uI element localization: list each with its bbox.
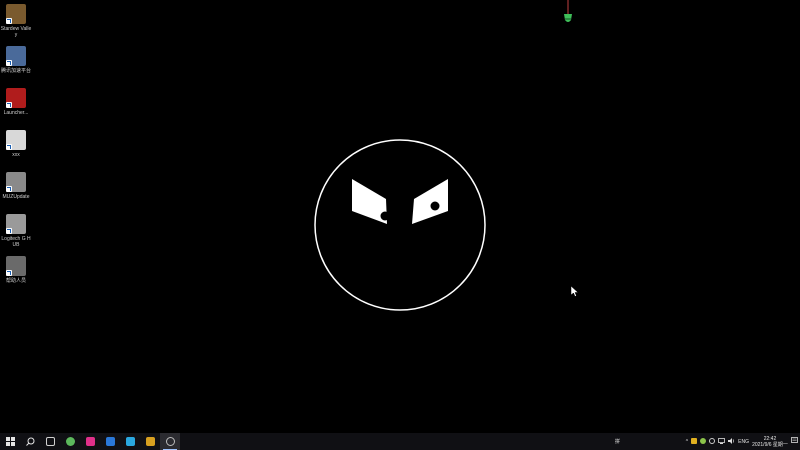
- shortcut-arrow-icon: [6, 186, 12, 192]
- desktop-icon-image: [6, 46, 26, 66]
- tray-app-gray-icon[interactable]: [709, 437, 716, 446]
- volume-icon[interactable]: [728, 437, 735, 446]
- desktop-icon-label: 帮助人员: [5, 278, 26, 284]
- desktop-icon[interactable]: MUZUpdate: [0, 172, 32, 200]
- desktop-icon[interactable]: Stardew Valley: [0, 4, 32, 38]
- desktop-icon[interactable]: 腾讯加速平台: [0, 46, 32, 74]
- desktop-icon-label: Logitech G HUB: [1, 236, 31, 248]
- ime-label: 拼: [615, 439, 621, 445]
- clock-date: 2021/9/6 星期一: [752, 441, 788, 448]
- search-button[interactable]: [20, 433, 40, 450]
- desktop-icon[interactable]: xxx: [0, 130, 32, 158]
- green-app-icon: [65, 437, 75, 446]
- cyan-app-icon: [125, 437, 135, 446]
- shortcut-arrow-icon: [6, 270, 12, 276]
- face-circle[interactable]: [314, 139, 486, 311]
- desktop-icon-label: Stardew Valley: [0, 26, 32, 38]
- desktop-icon-image: [6, 88, 26, 108]
- clock[interactable]: 22:42 2021/9/6 星期一: [752, 436, 788, 448]
- desktop-icon-image: [6, 4, 26, 24]
- taskbar-app-button[interactable]: [120, 433, 140, 450]
- tray-app-green-icon[interactable]: [700, 437, 707, 446]
- desktop-icon-label: Launcher...: [3, 110, 29, 116]
- shortcut-arrow-icon: [6, 60, 12, 66]
- blue-app-icon: [105, 437, 115, 446]
- desktop-icon-label: xxx: [12, 152, 20, 158]
- desktop-icon-image: [6, 256, 26, 276]
- right-pupil: [430, 201, 440, 211]
- taskbar-app-list: [40, 433, 180, 450]
- shortcut-arrow-icon: [6, 144, 12, 150]
- start-button[interactable]: [0, 433, 20, 450]
- ime-indicator[interactable]: 拼: [615, 433, 620, 450]
- desktop-icon-image: [6, 214, 26, 234]
- desktop-icon-image: [6, 172, 26, 192]
- taskbar-app-button[interactable]: [160, 433, 180, 450]
- taskbar: 拼 ^ ENG 22:42 2021/9/6 星期一: [0, 433, 800, 450]
- task-view-icon: [45, 437, 55, 446]
- shortcut-arrow-icon: [6, 228, 12, 234]
- taskbar-app-button[interactable]: [80, 433, 100, 450]
- green-pin-icon[interactable]: [562, 0, 574, 26]
- yellow-app-icon: [145, 437, 155, 446]
- taskbar-app-button[interactable]: [40, 433, 60, 450]
- desktop-icon[interactable]: 帮助人员: [0, 256, 32, 284]
- notification-icon[interactable]: [791, 437, 798, 446]
- settings-app-icon: [165, 437, 175, 446]
- desktop[interactable]: Stardew Valley 腾讯加速平台 Launcher... xxx MUZUpd…: [0, 0, 800, 433]
- taskbar-app-button[interactable]: [140, 433, 160, 450]
- left-pupil: [380, 211, 390, 221]
- desktop-icon-label: 腾讯加速平台: [0, 68, 31, 74]
- windows-logo-icon: [5, 437, 15, 446]
- right-eye: [412, 179, 448, 224]
- desktop-icon[interactable]: Logitech G HUB: [0, 214, 32, 248]
- shortcut-arrow-icon: [6, 102, 12, 108]
- desktop-icon[interactable]: Launcher...: [0, 88, 32, 116]
- tray-chevron-icon[interactable]: ^: [686, 439, 688, 445]
- tray-app-yellow-icon[interactable]: [691, 437, 698, 446]
- language-indicator[interactable]: ENG: [738, 439, 749, 445]
- desktop-icon-label: MUZUpdate: [2, 194, 30, 200]
- taskbar-app-button[interactable]: [100, 433, 120, 450]
- network-icon[interactable]: [718, 437, 726, 446]
- search-icon: [25, 437, 34, 446]
- taskbar-app-button[interactable]: [60, 433, 80, 450]
- pink-app-icon: [85, 437, 95, 446]
- shortcut-arrow-icon: [6, 18, 12, 24]
- system-tray: ^ ENG 22:42 2021/9/6 星期一: [686, 433, 800, 450]
- mouse-pointer-icon: [571, 286, 579, 297]
- desktop-icon-image: [6, 130, 26, 150]
